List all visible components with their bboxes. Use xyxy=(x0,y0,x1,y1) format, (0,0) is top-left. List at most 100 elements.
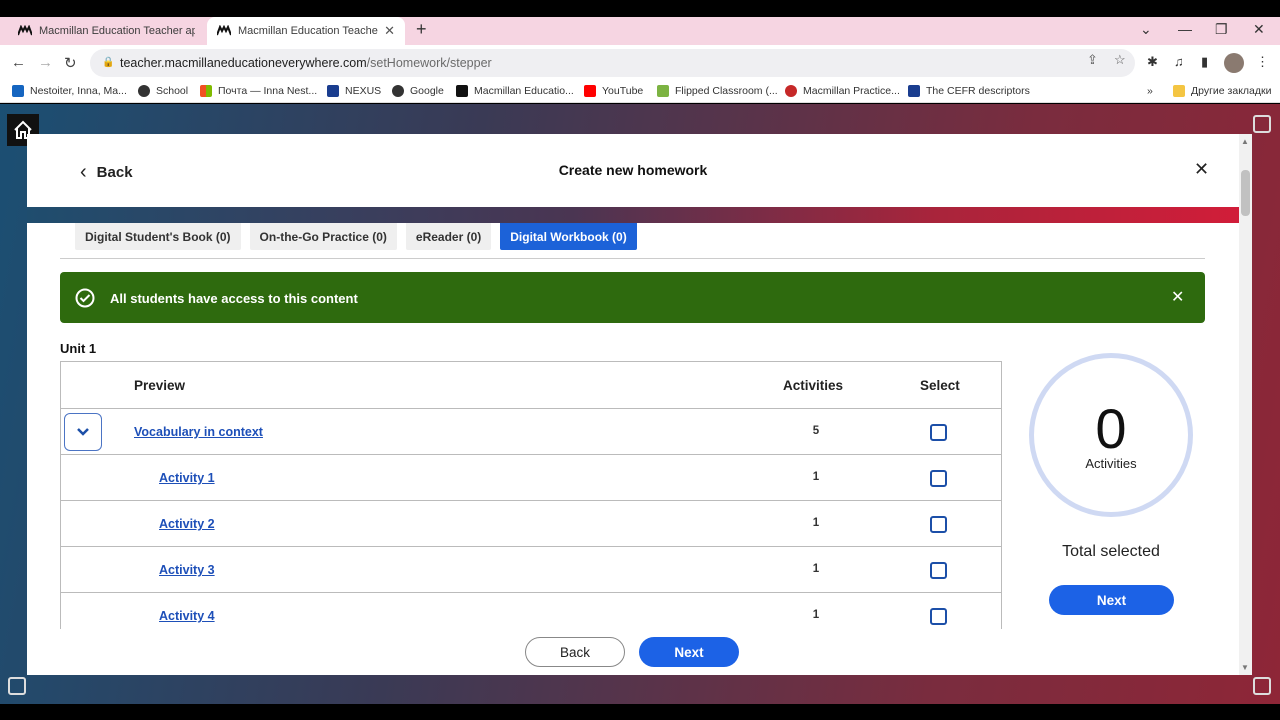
footer-back-button[interactable]: Back xyxy=(525,637,625,667)
dismiss-banner-icon[interactable]: ✕ xyxy=(1171,287,1184,307)
table-row: Activity 2 1 xyxy=(61,501,1001,547)
browser-tab-title: Macmillan Education Teacher - S xyxy=(238,25,379,37)
scroll-down-icon[interactable]: ▼ xyxy=(1241,663,1249,672)
brand-stripe xyxy=(27,207,1239,223)
back-arrow-icon[interactable]: ← xyxy=(11,54,26,71)
activity-count: 1 xyxy=(812,609,820,621)
collapse-section-button[interactable] xyxy=(64,413,102,451)
table-row: Activity 4 1 xyxy=(61,593,1001,629)
browser-tab-bar: Macmillan Education Teacher ap Macmillan… xyxy=(0,17,1280,45)
other-bookmarks-folder[interactable]: Другие закладки xyxy=(1173,85,1271,97)
activity-link[interactable]: Activity 3 xyxy=(159,563,215,577)
microsoft-icon xyxy=(200,85,212,97)
browser-tab-2[interactable]: Macmillan Education Teacher - S ✕ xyxy=(207,17,405,45)
tab-digital-workbook[interactable]: Digital Workbook (0) xyxy=(500,223,637,250)
banner-text: All students have access to this content xyxy=(110,291,358,306)
modal-header: ‹ Back Create new homework ✕ xyxy=(27,134,1239,207)
maximize-icon[interactable]: ❐ xyxy=(1215,21,1228,38)
select-checkbox[interactable] xyxy=(930,424,947,441)
table-row: Vocabulary in context 5 xyxy=(61,409,1001,455)
table-row: Activity 3 1 xyxy=(61,547,1001,593)
page-title: Create new homework xyxy=(558,162,708,178)
macmillan-logo-icon xyxy=(18,25,32,37)
flipped-classroom-icon xyxy=(657,85,669,97)
activity-count: 1 xyxy=(812,471,820,483)
macmillan-logo-icon xyxy=(217,25,231,37)
bookmark-item[interactable]: Macmillan Educatio... xyxy=(456,85,574,97)
tab-divider xyxy=(60,258,1205,259)
selected-count-label: Activities xyxy=(1085,456,1137,471)
bookmark-item[interactable]: Google xyxy=(392,85,444,97)
table-row: Activity 1 1 xyxy=(61,455,1001,501)
fullscreen-icon[interactable] xyxy=(1253,677,1271,695)
globe-icon xyxy=(138,85,150,97)
close-tab-icon[interactable]: ✕ xyxy=(384,23,395,39)
activity-link[interactable]: Activity 4 xyxy=(159,609,215,623)
footer-next-button[interactable]: Next xyxy=(639,637,739,667)
forward-arrow-icon[interactable]: → xyxy=(38,54,53,71)
bookmarks-bar: Nestoiter, Inna, Ma... School Почта — In… xyxy=(0,81,1280,103)
modal-scrollbar[interactable]: ▲ ▼ xyxy=(1239,134,1252,675)
total-selected-label: Total selected xyxy=(1062,543,1160,560)
select-checkbox[interactable] xyxy=(930,608,947,625)
bookmark-item[interactable]: The CEFR descriptors xyxy=(908,85,1030,97)
bookmark-item[interactable]: Почта — Inna Nest... xyxy=(200,85,317,97)
select-checkbox[interactable] xyxy=(930,470,947,487)
scrollbar-thumb[interactable] xyxy=(1241,170,1250,216)
tab-on-the-go-practice[interactable]: On-the-Go Practice (0) xyxy=(249,223,397,250)
globe-icon xyxy=(392,85,404,97)
content-tabs: Digital Student's Book (0) On-the-Go Pra… xyxy=(75,223,646,251)
bookmark-item[interactable]: YouTube xyxy=(584,85,643,97)
minimize-icon[interactable]: — xyxy=(1178,21,1192,37)
url-path: /setHomework/stepper xyxy=(366,56,492,70)
menu-kebab-icon[interactable]: ⋮ xyxy=(1256,54,1269,70)
tab-search-icon[interactable]: ⌄ xyxy=(1140,21,1152,38)
select-checkbox[interactable] xyxy=(930,516,947,533)
select-checkbox[interactable] xyxy=(930,562,947,579)
nexus-icon xyxy=(327,85,339,97)
media-control-icon[interactable]: ♫ xyxy=(1174,54,1184,69)
activities-table: Preview Activities Select Vocabulary in … xyxy=(60,361,1002,629)
tab-digital-students-book[interactable]: Digital Student's Book (0) xyxy=(75,223,241,250)
header-select: Select xyxy=(920,378,960,393)
selected-count-ring: 0 Activities xyxy=(1029,353,1193,517)
activity-count: 1 xyxy=(812,563,820,575)
chevron-down-icon xyxy=(77,428,89,436)
create-homework-modal: ‹ Back Create new homework ✕ Digital Stu… xyxy=(27,134,1252,675)
bookmark-item[interactable]: Flipped Classroom (... xyxy=(657,85,778,97)
cefr-icon xyxy=(908,85,920,97)
extensions-icon[interactable]: ✱ xyxy=(1147,54,1158,70)
activity-link[interactable]: Activity 1 xyxy=(159,471,215,485)
bookmark-item[interactable]: School xyxy=(138,85,188,97)
share-icon[interactable]: ⇪ xyxy=(1087,52,1098,68)
bookmark-item[interactable]: NEXUS xyxy=(327,85,381,97)
activity-count: 5 xyxy=(812,425,820,437)
more-bookmarks-icon[interactable]: » xyxy=(1147,85,1153,97)
avatar[interactable] xyxy=(1224,53,1244,73)
lock-icon: 🔒 xyxy=(102,57,115,68)
modal-footer: Back Next xyxy=(27,629,1239,675)
access-banner: All students have access to this content… xyxy=(60,272,1205,323)
reload-icon[interactable]: ↻ xyxy=(64,54,77,72)
check-circle-icon xyxy=(75,288,95,313)
window-close-icon[interactable]: ✕ xyxy=(1253,21,1265,38)
bookmark-star-icon[interactable]: ☆ xyxy=(1114,52,1126,68)
header-preview: Preview xyxy=(134,378,186,393)
collapse-icon[interactable] xyxy=(8,677,26,695)
activity-link[interactable]: Activity 2 xyxy=(159,517,215,531)
browser-tab-1[interactable]: Macmillan Education Teacher ap xyxy=(8,17,205,45)
new-tab-button[interactable]: + xyxy=(416,19,427,40)
bookmark-item[interactable]: Nestoiter, Inna, Ma... xyxy=(12,85,127,97)
table-header: Preview Activities Select xyxy=(61,362,1001,409)
url-bar[interactable]: 🔒 teacher.macmillaneducationeverywhere.c… xyxy=(90,49,1135,77)
summary-next-button[interactable]: Next xyxy=(1049,585,1174,615)
expand-icon[interactable] xyxy=(1253,115,1271,133)
section-link[interactable]: Vocabulary in context xyxy=(134,425,263,439)
side-panel-icon[interactable]: ▮ xyxy=(1201,54,1208,70)
header-activities: Activities xyxy=(783,378,844,393)
close-icon[interactable]: ✕ xyxy=(1194,159,1209,180)
bookmark-item[interactable]: Macmillan Practice... xyxy=(785,85,900,97)
scroll-up-icon[interactable]: ▲ xyxy=(1241,137,1249,146)
url-host: teacher.macmillaneducationeverywhere.com xyxy=(120,56,367,70)
tab-ereader[interactable]: eReader (0) xyxy=(405,223,492,250)
